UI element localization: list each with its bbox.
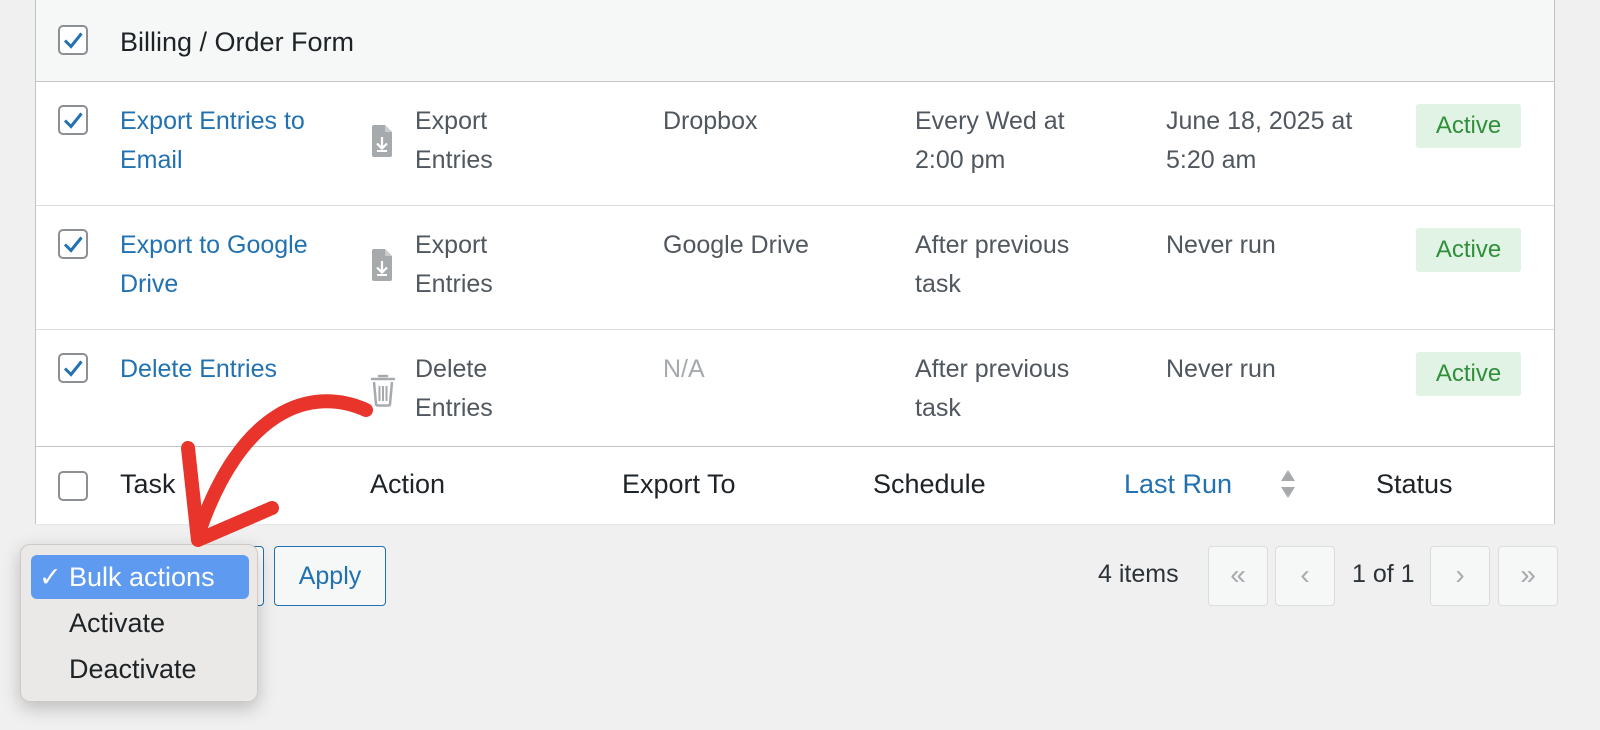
status-badge: Active xyxy=(1416,352,1521,396)
prev-page-button[interactable]: ‹ xyxy=(1275,546,1335,606)
column-header-task: Task xyxy=(120,469,176,499)
sort-icon[interactable] xyxy=(1279,468,1297,500)
group-header-row: Billing / Order Form xyxy=(36,0,1554,82)
table-row: Export to Google Drive Export Entries Goog… xyxy=(36,206,1554,330)
task-link[interactable]: Export Entries to Email xyxy=(120,102,345,180)
items-count: 4 items xyxy=(1098,560,1179,588)
option-activate[interactable]: Activate xyxy=(31,601,249,645)
row-checkbox[interactable] xyxy=(58,353,88,383)
checkmark-icon xyxy=(63,32,83,49)
task-link[interactable]: Delete Entries xyxy=(120,350,345,389)
first-page-button[interactable]: « xyxy=(1208,546,1268,606)
checkmark-icon xyxy=(63,360,83,377)
file-export-icon xyxy=(372,125,392,157)
column-header-action: Action xyxy=(370,469,446,499)
page-indicator: 1 of 1 xyxy=(1352,560,1415,588)
column-header-schedule: Schedule xyxy=(873,469,986,499)
group-title: Billing / Order Form xyxy=(120,27,355,57)
status-badge: Active xyxy=(1416,228,1521,272)
select-all-checkbox[interactable] xyxy=(58,471,88,501)
bulk-actions-dropdown: ✓ Bulk actions Activate Deactivate xyxy=(20,544,258,702)
status-badge: Active xyxy=(1416,104,1521,148)
option-deactivate[interactable]: Deactivate xyxy=(31,647,249,691)
tasks-table: Billing / Order Form Export Entries to Em… xyxy=(35,0,1555,524)
action-label: Delete Entries xyxy=(415,355,493,422)
schedule: Every Wed at 2:00 pm xyxy=(915,107,1065,174)
column-header-last-run[interactable]: Last Run xyxy=(1124,465,1232,503)
checkmark-icon: ✓ xyxy=(39,562,62,592)
checkmark-icon xyxy=(63,236,83,253)
column-header-export-to: Export To xyxy=(622,469,736,499)
last-run: Never run xyxy=(1166,231,1276,259)
schedule: After previous task xyxy=(915,231,1070,298)
apply-button[interactable]: Apply xyxy=(274,546,386,606)
group-checkbox[interactable] xyxy=(58,25,88,55)
checkmark-icon xyxy=(63,112,83,129)
column-header-status: Status xyxy=(1376,469,1453,499)
export-to: N/A xyxy=(663,355,705,383)
last-run: Never run xyxy=(1166,355,1276,383)
export-to: Dropbox xyxy=(663,107,758,135)
last-run: June 18, 2025 at 5:20 am xyxy=(1166,107,1353,174)
option-bulk-actions[interactable]: ✓ Bulk actions xyxy=(31,555,249,599)
file-export-icon xyxy=(372,249,392,281)
action-label: Export Entries xyxy=(415,231,493,298)
task-link[interactable]: Export to Google Drive xyxy=(120,226,345,304)
next-page-button[interactable]: › xyxy=(1430,546,1490,606)
table-footer-headers: Task Action Export To Schedule Last Run … xyxy=(36,446,1554,524)
table-row: Delete Entries Delete Entries N/A After p… xyxy=(36,330,1554,446)
export-to: Google Drive xyxy=(663,231,809,259)
row-checkbox[interactable] xyxy=(58,105,88,135)
trash-icon xyxy=(370,374,396,407)
table-row: Export Entries to Email Export Entries Dro… xyxy=(36,82,1554,206)
action-label: Export Entries xyxy=(415,107,493,174)
schedule: After previous task xyxy=(915,355,1070,422)
row-checkbox[interactable] xyxy=(58,229,88,259)
last-page-button[interactable]: » xyxy=(1498,546,1558,606)
